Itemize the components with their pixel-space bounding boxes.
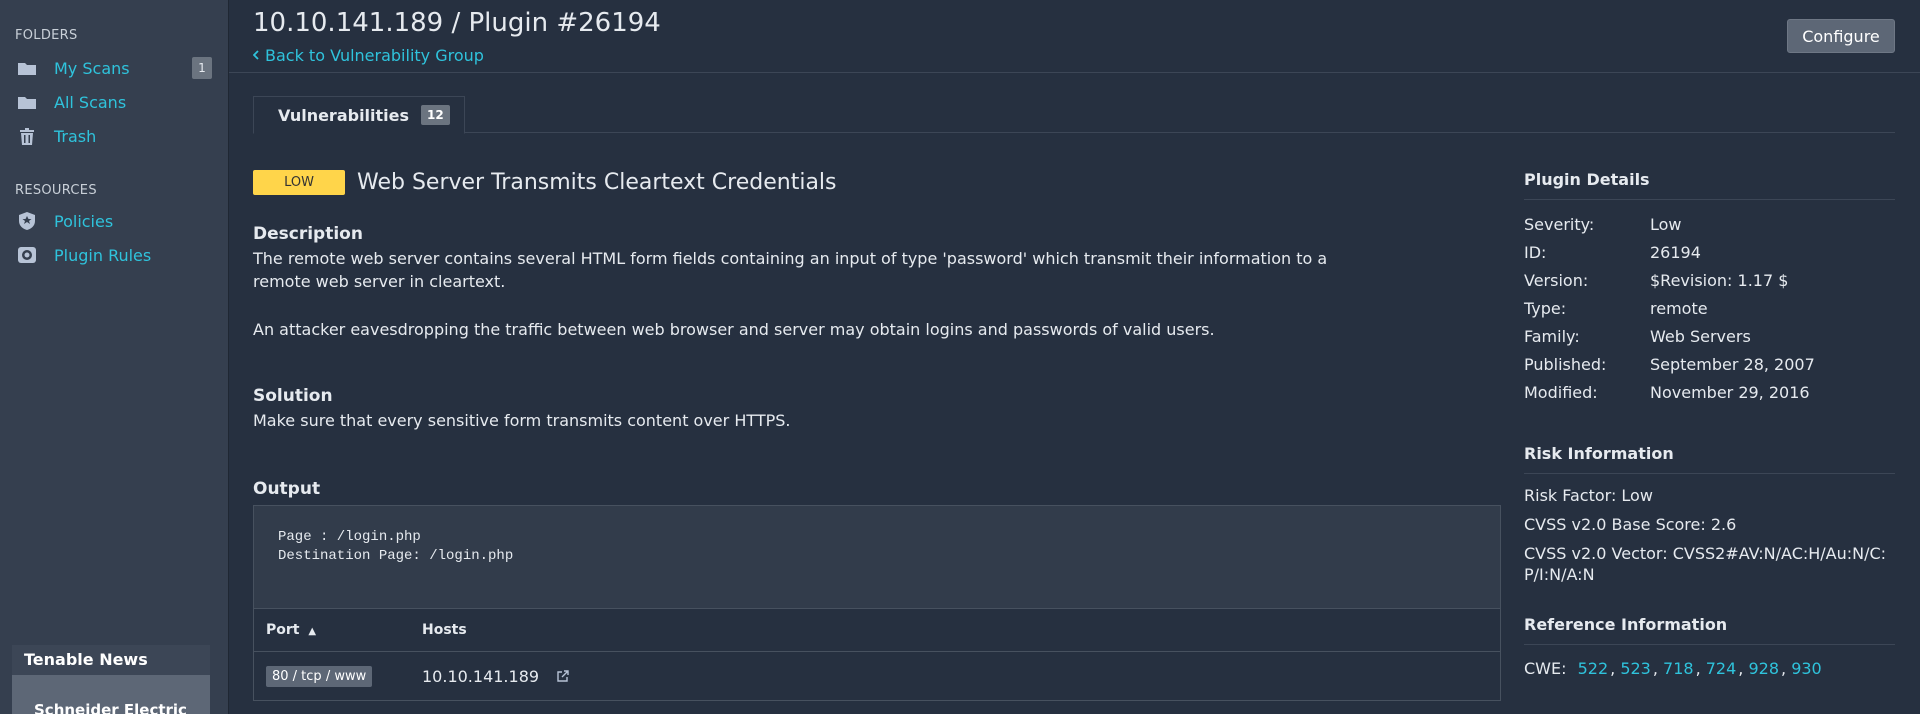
sidebar-item-label: Policies xyxy=(54,211,114,231)
table-row: 80 / tcp / www 10.10.141.189 xyxy=(254,652,1500,700)
sidebar-item-label: Plugin Rules xyxy=(54,245,152,265)
risk-information-heading: Risk Information xyxy=(1524,444,1895,474)
detail-row: Type: remote xyxy=(1524,294,1895,322)
tab-vulnerabilities[interactable]: Vulnerabilities 12 xyxy=(253,96,465,134)
port-pill: 80 / tcp / www xyxy=(266,666,373,687)
sidebar-item-all-scans[interactable]: All Scans xyxy=(0,85,228,119)
sidebar-item-label: All Scans xyxy=(54,92,127,112)
detail-value: November 29, 2016 xyxy=(1650,382,1810,402)
external-link-icon[interactable] xyxy=(557,670,569,682)
solution-heading: Solution xyxy=(253,386,333,406)
table-header: Port ▲ Hosts xyxy=(254,609,1500,652)
detail-key: ID: xyxy=(1524,242,1547,262)
output-heading: Output xyxy=(253,479,321,499)
port-header-label: Port xyxy=(266,622,300,638)
detail-value: 26194 xyxy=(1650,242,1701,262)
detail-value: $Revision: 1.17 $ xyxy=(1650,270,1789,290)
plugin-details-heading: Plugin Details xyxy=(1524,170,1895,200)
policy-shield-icon xyxy=(17,211,37,231)
cvss-base-score: CVSS v2.0 Base Score: 2.6 xyxy=(1524,515,1737,534)
tenable-news-widget: Tenable News Schneider Electric xyxy=(12,645,210,714)
cwe-label: CWE: xyxy=(1524,659,1567,678)
detail-row: ID: 26194 xyxy=(1524,238,1895,266)
cwe-link[interactable]: 718 xyxy=(1663,659,1694,678)
cwe-link[interactable]: 724 xyxy=(1706,659,1737,678)
detail-key: Family: xyxy=(1524,326,1580,346)
detail-row: Family: Web Servers xyxy=(1524,322,1895,350)
reference-information-heading: Reference Information xyxy=(1524,615,1895,645)
detail-key: Severity: xyxy=(1524,214,1595,234)
back-to-vulnerability-group-link[interactable]: Back to Vulnerability Group xyxy=(252,46,484,65)
news-headline[interactable]: Schneider Electric xyxy=(12,675,210,714)
severity-badge: LOW xyxy=(253,169,345,195)
my-scans-count-badge: 1 xyxy=(192,57,212,79)
sidebar-item-my-scans[interactable]: My Scans 1 xyxy=(0,51,228,85)
vulnerabilities-count-badge: 12 xyxy=(421,105,450,125)
detail-key: Published: xyxy=(1524,354,1607,374)
detail-value: remote xyxy=(1650,298,1708,318)
tab-label: Vulnerabilities xyxy=(278,105,410,125)
detail-key: Type: xyxy=(1524,298,1567,318)
port-hosts-table: Port ▲ Hosts 80 / tcp / www 10.10.141.18… xyxy=(253,609,1501,701)
hosts-column-header: Hosts xyxy=(422,622,467,638)
detail-row: Published: September 28, 2007 xyxy=(1524,350,1895,378)
description-paragraph: An attacker eavesdropping the traffic be… xyxy=(253,320,1215,339)
back-link-label: Back to Vulnerability Group xyxy=(265,46,484,65)
sidebar-item-trash[interactable]: Trash xyxy=(0,119,228,153)
detail-value: Low xyxy=(1650,214,1682,234)
news-title: Tenable News xyxy=(12,645,210,675)
sidebar-item-plugin-rules[interactable]: Plugin Rules xyxy=(0,238,228,272)
tab-bar: Vulnerabilities 12 xyxy=(253,96,1895,134)
host-ip: 10.10.141.189 xyxy=(422,666,540,686)
description-section: Description The remote web server contai… xyxy=(253,224,1333,341)
trash-icon xyxy=(17,126,37,146)
configure-button[interactable]: Configure xyxy=(1787,19,1895,53)
vulnerability-detail: LOW Web Server Transmits Cleartext Crede… xyxy=(253,166,1501,701)
chevron-left-icon xyxy=(252,49,259,63)
detail-row: Severity: Low xyxy=(1524,210,1895,238)
detail-value: September 28, 2007 xyxy=(1650,354,1815,374)
solution-text: Make sure that every sensitive form tran… xyxy=(253,411,791,430)
sidebar-item-policies[interactable]: Policies xyxy=(0,204,228,238)
plugin-info-panel: Plugin Details Severity: Low ID: 26194 Ver… xyxy=(1524,170,1895,678)
description-paragraph: The remote web server contains several H… xyxy=(253,249,1328,291)
cwe-link[interactable]: 522 xyxy=(1578,659,1609,678)
detail-row: Version: $Revision: 1.17 $ xyxy=(1524,266,1895,294)
plugin-details-list: Severity: Low ID: 26194 Version: $Revision:… xyxy=(1524,210,1895,406)
page-title: 10.10.141.189 / Plugin #26194 xyxy=(253,8,661,38)
sort-ascending-icon: ▲ xyxy=(308,626,317,637)
detail-key: Modified: xyxy=(1524,382,1598,402)
solution-section: Solution Make sure that every sensitive … xyxy=(253,386,791,432)
description-heading: Description xyxy=(253,224,363,244)
vulnerability-title: Web Server Transmits Cleartext Credentia… xyxy=(357,169,837,195)
sidebar-item-label: My Scans xyxy=(54,58,130,78)
vulnerability-header: LOW Web Server Transmits Cleartext Crede… xyxy=(253,166,1501,198)
cwe-link[interactable]: 930 xyxy=(1791,659,1822,678)
sidebar-item-label: Trash xyxy=(54,126,97,146)
page-header: 10.10.141.189 / Plugin #26194 Back to Vu… xyxy=(229,0,1920,73)
resources-heading: RESOURCES xyxy=(15,183,97,198)
plugin-output-box: Page : /login.php Destination Page: /log… xyxy=(253,505,1501,609)
cvss-vector: CVSS v2.0 Vector: CVSS2#AV:N/AC:H/Au:N/C… xyxy=(1524,544,1887,584)
detail-key: Version: xyxy=(1524,270,1589,290)
folder-icon xyxy=(17,92,37,112)
folder-icon xyxy=(17,58,37,78)
detail-value: Web Servers xyxy=(1650,326,1751,346)
output-section: Output Page : /login.php Destination Pag… xyxy=(253,479,1501,701)
cwe-link[interactable]: 928 xyxy=(1748,659,1779,678)
cwe-references: CWE: 522, 523, 718, 724, 928, 930 xyxy=(1524,659,1822,678)
detail-row: Modified: November 29, 2016 xyxy=(1524,378,1895,406)
sidebar: FOLDERS My Scans 1 All Scans Trash RESOU… xyxy=(0,0,229,714)
risk-factor: Risk Factor: Low xyxy=(1524,486,1653,505)
plugin-rules-icon xyxy=(17,245,37,265)
port-column-header[interactable]: Port ▲ xyxy=(254,622,422,638)
folders-heading: FOLDERS xyxy=(15,28,78,43)
cwe-link[interactable]: 523 xyxy=(1620,659,1651,678)
